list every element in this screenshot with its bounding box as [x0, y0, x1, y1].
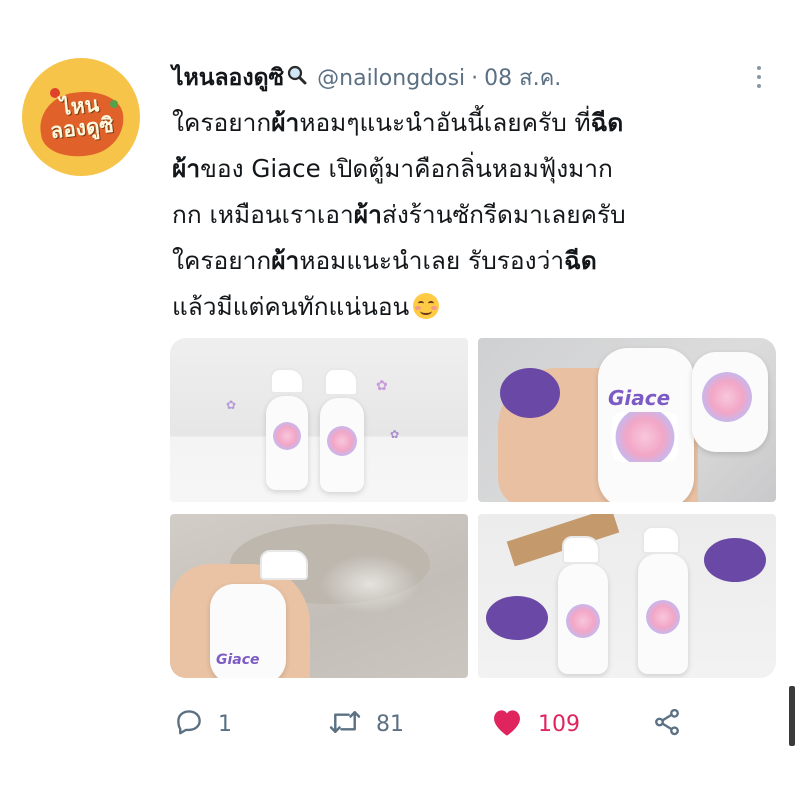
tweet-text-bold: ฉีด: [590, 108, 624, 137]
like-count: 109: [538, 711, 580, 737]
brand-label: Giace: [216, 652, 260, 668]
reply-icon: [174, 707, 204, 741]
tweet-text-segment: หอมๆแนะนำอันนี้เลยครับ ที่: [299, 108, 591, 137]
sparkle-decoration: ✿: [390, 428, 400, 441]
tweet-text-line: ใครอยากผ้าหอมแนะนำเลย รับรองว่าฉีด: [172, 238, 772, 284]
retweet-button[interactable]: 81: [328, 704, 404, 744]
reply-button[interactable]: 1: [174, 704, 232, 744]
tweet-text-line: ผ้าของ Giace เปิดตู้มาคือกลิ่นหอมฟุ้งมาก: [172, 146, 772, 192]
author-name[interactable]: ไหนลองดูซิ: [172, 60, 284, 96]
tweet-text-bold: ผ้า: [172, 154, 201, 183]
spray-trigger: [324, 368, 358, 396]
heart-icon: [490, 707, 524, 741]
sparkle-decoration: ✿: [226, 398, 237, 412]
like-button[interactable]: 109: [490, 704, 580, 744]
spray-trigger: [270, 368, 304, 394]
tweet-text-segment: ของ Giace เปิดตู้มาคือกลิ่นหอมฟุ้งมาก: [200, 154, 613, 183]
product-bottle: Giace: [210, 584, 286, 678]
avatar-logo-text: ไหน ลองดูซิ: [47, 92, 115, 143]
tweet-text-segment: แล้วมีแต่คนทักแน่นอน: [172, 292, 410, 321]
tweet-text-line: แล้วมีแต่คนทักแน่นอน: [172, 284, 772, 330]
product-bottle: [558, 564, 608, 674]
spray-trigger: [260, 550, 308, 580]
sparkle-decoration: ✿: [376, 378, 388, 394]
product-bottle: [320, 398, 364, 492]
caption-bubble: [704, 538, 766, 582]
tweet-text-bold: ผ้า: [271, 246, 300, 275]
product-bottle: [692, 352, 768, 452]
product-photo-1[interactable]: ✿ ✿ ✿: [170, 338, 468, 502]
more-vertical-icon[interactable]: [752, 60, 766, 94]
spray-trigger: [562, 536, 600, 564]
tweet-text-segment: ส่งร้านซักรีดมาเลยครับ: [381, 200, 626, 229]
tweet-text-bold: ฉีด: [564, 246, 597, 275]
product-bottle: [266, 396, 308, 490]
product-photo-4[interactable]: [478, 514, 776, 678]
tweet-text-bold: ผ้า: [271, 108, 300, 137]
caption-bubble: [486, 596, 548, 640]
tweet-text-line: กก เหมือนเราเอาผ้าส่งร้านซักรีดมาเลยครับ: [172, 192, 772, 238]
product-photo-3[interactable]: Giace: [170, 514, 468, 678]
tweet-text-segment: ใครอยาก: [172, 246, 272, 275]
product-bottle: [638, 554, 688, 674]
spray-mist: [320, 554, 420, 614]
retweet-count: 81: [376, 711, 404, 737]
brand-label: Giace: [608, 386, 671, 410]
caption-bubble: [500, 368, 560, 418]
share-icon: [652, 707, 682, 741]
avatar[interactable]: ไหน ลองดูซิ: [22, 58, 140, 176]
tweet-text-segment: หอมแนะนำเลย รับรองว่า: [299, 246, 565, 275]
scrollbar[interactable]: [789, 686, 795, 746]
product-bottle: Giace: [598, 348, 694, 502]
reply-count: 1: [218, 711, 232, 737]
tweet-text-segment: ใครอยาก: [172, 108, 272, 137]
tweet-text-line: ใครอยากผ้าหอมๆแนะนำอันนี้เลยครับ ที่ฉีด: [172, 100, 772, 146]
tweet-actions: 1 81 109: [170, 704, 710, 744]
media-grid: ✿ ✿ ✿ Giace Giace: [170, 338, 776, 678]
product-photo-2[interactable]: Giace: [478, 338, 776, 502]
author-handle[interactable]: @nailongdosi: [317, 66, 465, 91]
tweet-text-bold: ผ้า: [353, 200, 382, 229]
tweet-text-segment: กก เหมือนเราเอา: [172, 200, 354, 229]
spray-trigger: [642, 526, 680, 554]
header-separator: ·: [471, 66, 479, 91]
tweet-header: ไหนลองดูซิ @nailongdosi · 08 ส.ค.: [172, 60, 762, 94]
tweet-date[interactable]: 08 ส.ค.: [484, 60, 561, 95]
tweet-text: ใครอยากผ้าหอมๆแนะนำอันนี้เลยครับ ที่ฉีดผ…: [172, 100, 772, 330]
share-button[interactable]: [652, 704, 682, 744]
smiling-face-emoji-icon: [413, 293, 440, 319]
retweet-icon: [328, 707, 362, 741]
magnifier-icon: [287, 65, 307, 90]
